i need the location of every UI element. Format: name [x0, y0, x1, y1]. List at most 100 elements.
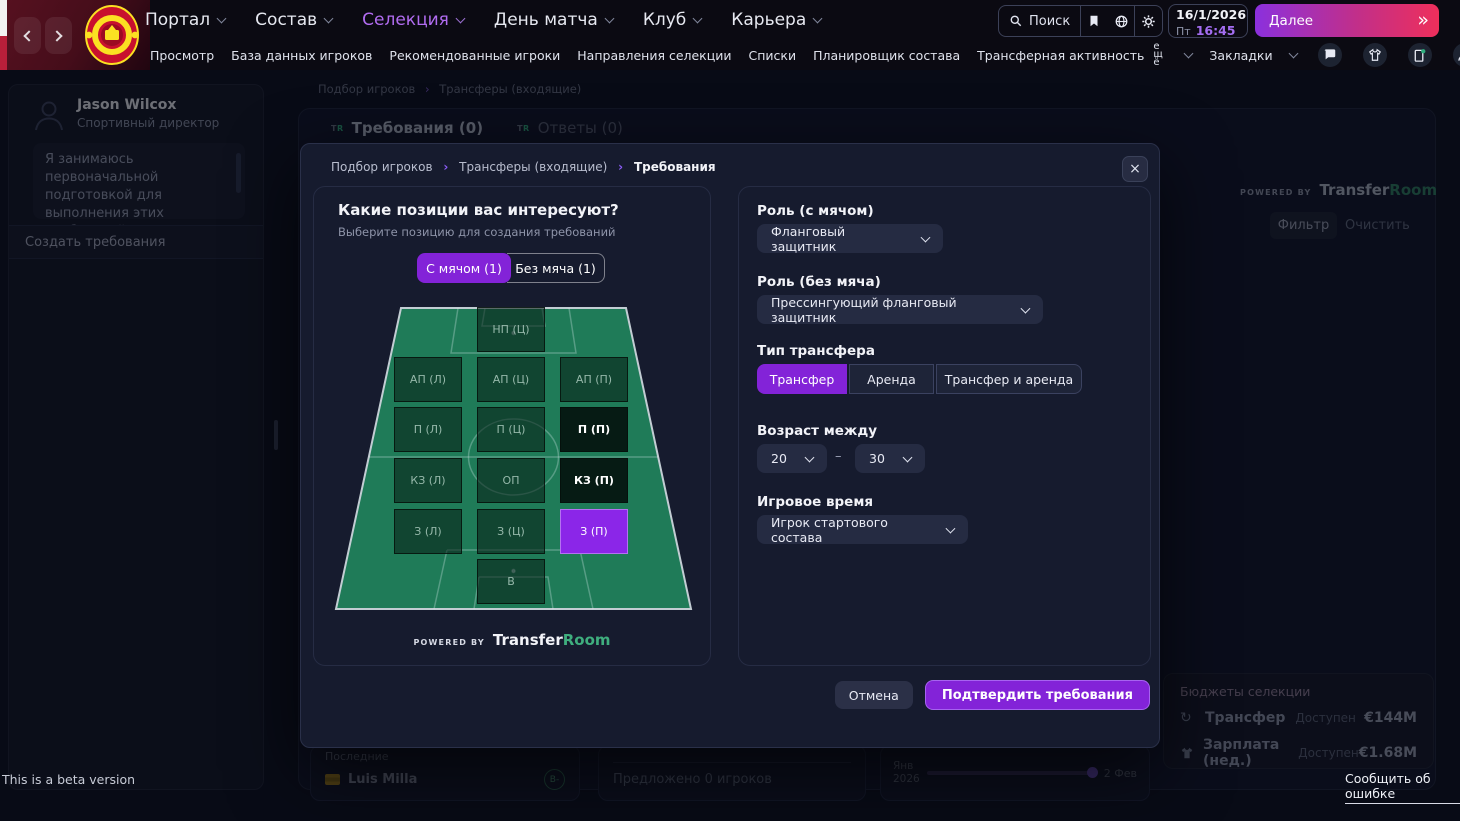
transfer-type-label: Тип трансфера — [757, 343, 875, 359]
role-on-ball-select[interactable]: Фланговый защитник — [757, 224, 943, 253]
game-day: Пт — [1176, 25, 1191, 38]
subnav-item-recommended-players[interactable]: Рекомендованные игроки — [389, 48, 560, 63]
world-button[interactable] — [1108, 14, 1135, 29]
forward-button[interactable] — [45, 17, 72, 54]
nav-item-squad[interactable]: Состав — [255, 10, 332, 30]
chevron-down-icon — [604, 13, 614, 23]
reports-button[interactable] — [1408, 43, 1432, 67]
position-box-wb-l[interactable]: КЗ (Л) — [394, 458, 462, 503]
shirt-icon — [1368, 48, 1382, 62]
subnav-item-overview[interactable]: Просмотр — [150, 48, 214, 63]
position-box-d-c[interactable]: З (Ц) — [477, 509, 545, 554]
role-on-ball-label: Роль (с мячом) — [757, 203, 874, 219]
search-icon — [1009, 14, 1023, 28]
nav-item-scouting[interactable]: Селекция — [362, 10, 464, 30]
chevron-left-icon — [23, 30, 34, 41]
date-time-display[interactable]: 16/1/2026 Пт16:45 — [1168, 4, 1248, 38]
bookmark-icon — [1087, 14, 1101, 28]
position-box-d-r[interactable]: З (П) — [560, 509, 628, 554]
position-box-m-c[interactable]: П (Ц) — [477, 407, 545, 452]
search-button[interactable]: Поиск — [999, 14, 1080, 29]
breadcrumb-separator: › — [618, 160, 623, 174]
nav-item-matchday[interactable]: День матча — [494, 10, 613, 30]
subnav-item-transfer-activity[interactable]: Трансферная активность — [977, 48, 1144, 63]
nav-item-label: День матча — [494, 10, 598, 30]
requirements-modal: Подбор игроков › Трансферы (входящие) › … — [300, 143, 1160, 748]
breadcrumb-item[interactable]: Трансферы (входящие) — [459, 160, 607, 174]
nav-item-label: Портал — [145, 10, 210, 30]
position-box-am-r[interactable]: АП (П) — [560, 357, 628, 402]
beta-version-note: This is a beta version — [2, 772, 135, 787]
role-off-ball-label: Роль (без мяча) — [757, 274, 881, 290]
age-range-dash: – — [835, 449, 842, 464]
club-crest-icon[interactable] — [84, 4, 140, 66]
globe-icon — [1114, 14, 1129, 29]
position-box-gk[interactable]: В — [477, 559, 545, 604]
notes-button[interactable] — [1081, 14, 1108, 28]
position-box-am-c[interactable]: АП (Ц) — [477, 357, 545, 402]
chevron-down-icon — [324, 13, 334, 23]
age-max-select[interactable]: 30 — [855, 444, 925, 473]
position-box-dm[interactable]: ОП — [477, 458, 545, 503]
phase-toggle: С мячом (1) Без мяча (1) — [417, 253, 605, 283]
nav-item-portal[interactable]: Портал — [145, 10, 225, 30]
confirm-requirements-button[interactable]: Подтвердить требования — [925, 680, 1150, 710]
chevron-down-icon — [1184, 48, 1194, 58]
playing-time-label: Игровое время — [757, 494, 873, 510]
continue-button[interactable]: Далее » — [1255, 4, 1439, 37]
close-button[interactable]: × — [1122, 156, 1148, 182]
transfer-type-transfer-and-loan[interactable]: Трансфер и аренда — [936, 364, 1082, 394]
positions-subtitle: Выберите позицию для создания требований — [338, 225, 616, 239]
positions-panel: Какие позиции вас интересуют? Выберите п… — [313, 186, 711, 666]
nav-item-career[interactable]: Карьера — [731, 10, 821, 30]
settings-button[interactable] — [1135, 14, 1162, 29]
breadcrumb-separator: › — [443, 160, 448, 174]
subnav-more-item[interactable]: ещё — [1153, 43, 1168, 67]
transfer-type-transfer[interactable]: Трансфер — [757, 364, 847, 394]
position-box-m-r[interactable]: П (П) — [560, 407, 628, 452]
chevron-down-icon — [813, 13, 823, 23]
chevron-right-icon — [51, 30, 62, 41]
search-label: Поиск — [1029, 14, 1070, 29]
scouting-button[interactable] — [1453, 43, 1460, 67]
subnav-item-player-database[interactable]: База данных игроков — [231, 48, 372, 63]
edge-strip-white — [0, 0, 7, 36]
gear-icon — [1141, 14, 1156, 29]
role-off-ball-select[interactable]: Прессингующий фланговый защитник — [757, 295, 1043, 324]
double-chevron-icon: » — [1417, 9, 1427, 31]
subnav-item-lists[interactable]: Списки — [749, 48, 797, 63]
back-button[interactable] — [14, 17, 41, 54]
bookmarks-dropdown[interactable]: Закладки — [1209, 48, 1272, 63]
chat-icon — [1323, 48, 1337, 62]
breadcrumb-item[interactable]: Подбор игроков — [331, 160, 433, 174]
modal-breadcrumb: Подбор игроков › Трансферы (входящие) › … — [331, 160, 716, 174]
continue-label: Далее — [1269, 13, 1313, 29]
age-min-select[interactable]: 20 — [757, 444, 827, 473]
subnav-item-squad-planner[interactable]: Планировщик состава — [813, 48, 960, 63]
powered-by-transferroom: POWERED BY TransferRoom — [314, 630, 710, 649]
inbox-button[interactable] — [1318, 43, 1342, 67]
chevron-down-icon — [1021, 303, 1031, 313]
toggle-with-ball[interactable]: С мячом (1) — [417, 253, 511, 283]
squad-button[interactable] — [1363, 43, 1387, 67]
nav-item-label: Селекция — [362, 10, 449, 30]
toggle-without-ball[interactable]: Без мяча (1) — [507, 253, 605, 283]
subnav-item-scouting-directions[interactable]: Направления селекции — [577, 48, 731, 63]
game-time: 16:45 — [1196, 23, 1236, 38]
transfer-type-loan[interactable]: Аренда — [849, 364, 934, 394]
nav-item-label: Карьера — [731, 10, 806, 30]
chevron-down-icon — [903, 452, 913, 462]
position-box-d-l[interactable]: З (Л) — [394, 509, 462, 554]
position-box-st-c[interactable]: НП (Ц) — [477, 307, 545, 352]
position-box-am-l[interactable]: АП (Л) — [394, 357, 462, 402]
sub-nav: Просмотр База данных игроков Рекомендованн… — [150, 40, 1460, 70]
position-box-wb-r[interactable]: КЗ (П) — [560, 458, 628, 503]
chevron-down-icon — [693, 13, 703, 23]
report-bug-link[interactable]: Сообщить об ошибке — [1345, 771, 1460, 804]
nav-item-club[interactable]: Клуб — [643, 10, 701, 30]
playing-time-select[interactable]: Игрок стартового состава — [757, 515, 968, 544]
position-box-m-l[interactable]: П (Л) — [394, 407, 462, 452]
main-nav: Портал Состав Селекция День матча Клуб Карьер… — [145, 0, 821, 40]
positions-title: Какие позиции вас интересуют? — [338, 201, 619, 219]
cancel-button[interactable]: Отмена — [835, 681, 913, 709]
